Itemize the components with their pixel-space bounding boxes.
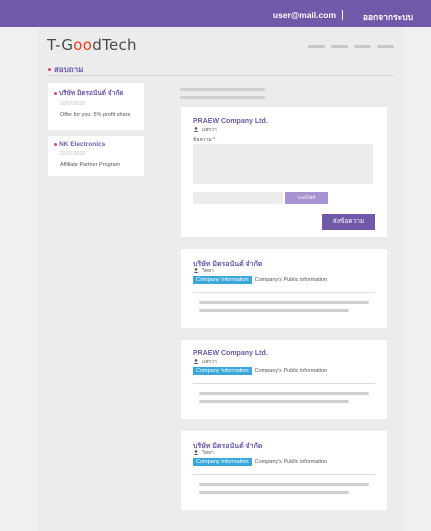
sidebar-item-date: 10/07/2018 <box>60 151 86 157</box>
placeholder-line <box>199 392 369 395</box>
message-textarea[interactable] <box>193 144 373 184</box>
logo[interactable]: T-GoodTech <box>47 36 137 54</box>
message-person: วิทยา <box>193 267 214 275</box>
category-tag: Company Information <box>193 458 252 466</box>
message-tag-text: Company's Public information <box>254 277 328 283</box>
nav-item[interactable] <box>308 45 325 48</box>
placeholder-line <box>199 309 349 312</box>
user-email: user@mail.com <box>272 10 336 20</box>
sidebar-item-date: 10/07/2018 <box>60 101 86 107</box>
sidebar-item-name-text: NK Electronics <box>59 141 106 148</box>
nav-item[interactable] <box>377 45 394 48</box>
message-card[interactable]: บริษัท มิตรอนันต์ จำกัด วิทยา Company In… <box>181 431 387 510</box>
required-mark: * <box>213 137 216 143</box>
sidebar-item-name: บริษัท มิตรอนันต์ จำกัด <box>54 88 138 98</box>
card-divider <box>193 383 375 384</box>
compose-card: PRAEW Company Ltd. แพรวา ข้อความ * แนบไฟ… <box>181 107 387 237</box>
placeholder-line <box>199 483 369 486</box>
placeholder-line <box>180 88 265 91</box>
message-tag-row: Company Information Company's Public info… <box>193 458 327 466</box>
message-tag-row: Company Information Company's Public info… <box>193 367 327 375</box>
category-tag: Company Information <box>193 367 252 375</box>
page-container: T-GoodTech สอบถาม บริษัท มิตรอนันต์ จำกั… <box>38 27 403 531</box>
message-tag-text: Company's Public information <box>254 368 328 374</box>
logo-prefix: T-G <box>47 36 74 54</box>
placeholder-line <box>199 301 369 304</box>
sidebar-item-name: NK Electronics <box>54 141 138 148</box>
attach-file-button[interactable]: แนบไฟล์ <box>285 192 328 204</box>
sidebar-item[interactable]: NK Electronics 10/07/2018 Affiliate Part… <box>48 136 144 176</box>
file-path-input[interactable] <box>193 192 283 204</box>
message-person: วิทยา <box>193 449 214 457</box>
sidebar-item-desc: Affiliate Partner Program <box>60 162 121 168</box>
category-tag: Company Information <box>193 276 252 284</box>
message-person-name: วิทยา <box>202 450 214 456</box>
message-label: ข้อความ * <box>193 136 215 144</box>
message-person-name: แพรวา <box>202 359 217 365</box>
user-icon <box>193 268 199 274</box>
sidebar-item-desc: Offer for you: 5% profit share <box>60 112 131 118</box>
placeholder-line <box>199 400 349 403</box>
message-label-text: ข้อความ <box>193 137 212 143</box>
bullet-icon <box>54 91 57 95</box>
user-icon <box>193 359 199 365</box>
top-bar: user@mail.com ออกจากระบบ <box>0 0 431 27</box>
logo-accent: oo <box>73 36 93 54</box>
placeholder-line <box>180 96 265 99</box>
placeholder-line <box>199 491 349 494</box>
compose-person-name: แพรวา <box>202 127 217 133</box>
compose-company: PRAEW Company Ltd. <box>193 118 268 125</box>
section-title-text: สอบถาม <box>54 65 84 74</box>
card-divider <box>193 292 375 293</box>
message-tag-text: Company's Public information <box>254 459 328 465</box>
card-divider <box>193 474 375 475</box>
bullet-icon <box>48 68 51 72</box>
message-company: PRAEW Company Ltd. <box>193 350 268 357</box>
user-icon <box>193 450 199 456</box>
send-message-button[interactable]: ส่งข้อความ <box>322 214 375 230</box>
logo-suffix: dTech <box>92 36 137 54</box>
compose-person: แพรวา <box>193 126 217 134</box>
logout-link[interactable]: ออกจากระบบ <box>363 10 413 24</box>
message-card[interactable]: PRAEW Company Ltd. แพรวา Company Informa… <box>181 340 387 419</box>
message-person-name: วิทยา <box>202 268 214 274</box>
header-separator <box>342 10 343 20</box>
user-icon <box>193 127 199 133</box>
message-person: แพรวา <box>193 358 217 366</box>
message-tag-row: Company Information Company's Public info… <box>193 276 327 284</box>
message-card[interactable]: บริษัท มิตรอนันต์ จำกัด วิทยา Company In… <box>181 249 387 328</box>
nav-item[interactable] <box>354 45 371 48</box>
section-divider <box>47 75 394 76</box>
sidebar-item[interactable]: บริษัท มิตรอนันต์ จำกัด 10/07/2018 Offer… <box>48 83 144 130</box>
bullet-icon <box>54 142 57 146</box>
nav-item[interactable] <box>331 45 348 48</box>
sidebar-item-name-text: บริษัท มิตรอนันต์ จำกัด <box>59 90 124 97</box>
